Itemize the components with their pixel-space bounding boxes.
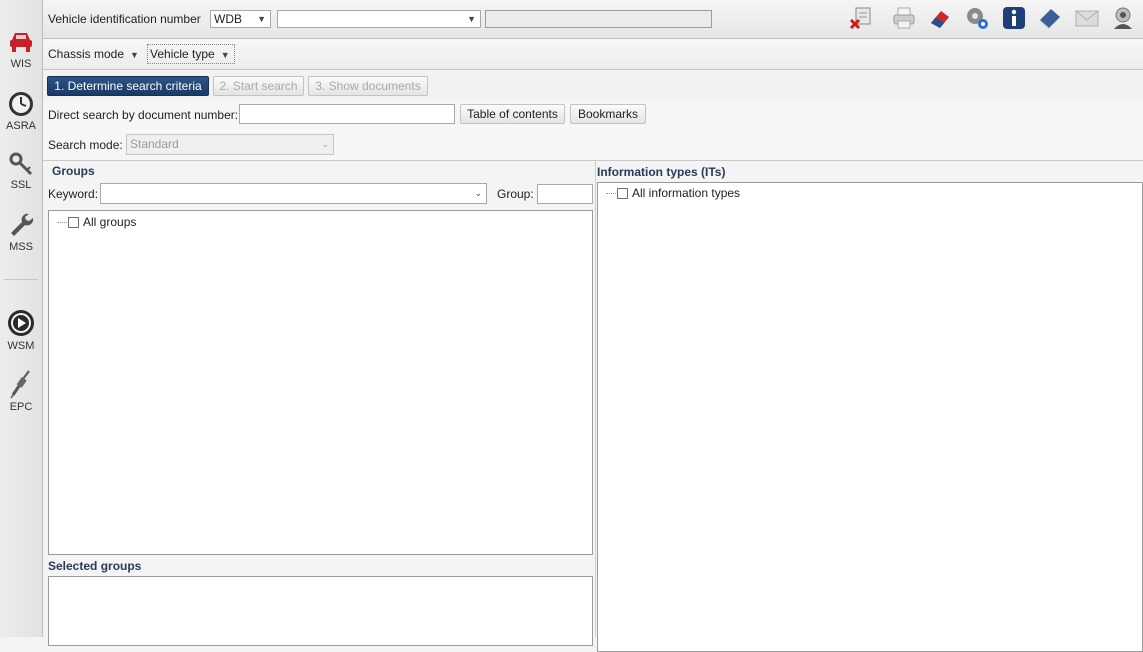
book-icon[interactable] <box>1037 5 1063 31</box>
all-groups-checkbox[interactable] <box>68 217 79 228</box>
all-information-types-checkbox[interactable] <box>617 188 628 199</box>
tree-item-all-groups[interactable]: All groups <box>57 215 136 229</box>
vehicle-model-select[interactable]: ▼ <box>277 10 481 28</box>
print-icon[interactable] <box>891 5 917 31</box>
mail-icon[interactable] <box>1074 5 1100 31</box>
sidebar-divider <box>4 279 38 280</box>
tree-item-all-information-types[interactable]: All information types <box>606 186 740 200</box>
tree-item-label: All information types <box>632 186 741 200</box>
car-icon <box>10 33 32 52</box>
user-help-icon[interactable] <box>1110 5 1136 31</box>
vehicle-type-dropdown[interactable]: Vehicle type ▼ <box>147 44 235 64</box>
group-input[interactable] <box>537 184 593 204</box>
chevron-down-icon: ⌄ <box>474 188 482 198</box>
sidebar-item-mss[interactable]: MSS <box>0 211 42 253</box>
sidebar-item-label: WIS <box>10 58 32 70</box>
clock-icon <box>9 92 33 116</box>
vin-prefix-value: WDB <box>214 12 242 26</box>
section-divider <box>595 160 596 637</box>
sidebar-item-label: EPC <box>9 401 33 413</box>
selected-groups-panel <box>48 576 593 646</box>
app-sidebar: WIS ASRA SSL MSS WSM EPC <box>0 0 43 637</box>
sidebar-item-label: ASRA <box>6 120 36 132</box>
keyword-input[interactable]: ⌄ <box>100 183 487 204</box>
search-mode-value: Standard <box>130 137 179 151</box>
spark-plug-icon <box>10 370 30 399</box>
main-content: Vehicle identification number WDB ▼ ▼ Ch… <box>43 0 1143 652</box>
tree-item-label: All groups <box>83 215 137 229</box>
keyword-label: Keyword: <box>48 187 99 201</box>
vehicle-type-label: Vehicle type <box>150 47 215 61</box>
table-of-contents-button[interactable]: Table of contents <box>460 104 565 124</box>
caret-down-icon: ▼ <box>130 50 139 60</box>
mode-row: Chassis mode ▼ Vehicle type ▼ <box>43 39 1143 70</box>
sidebar-item-wsm[interactable]: WSM <box>0 308 42 352</box>
sidebar-item-wis[interactable]: WIS <box>0 28 42 70</box>
chassis-mode-dropdown[interactable]: Chassis mode ▼ <box>48 44 139 64</box>
delete-vehicle-icon[interactable] <box>848 5 874 31</box>
search-mode-select[interactable]: Standard ⌄ <box>126 134 334 155</box>
sidebar-item-asra[interactable]: ASRA <box>0 90 42 132</box>
step-show-documents[interactable]: 3. Show documents <box>308 76 428 96</box>
bookmarks-button[interactable]: Bookmarks <box>570 104 646 124</box>
eraser-icon[interactable] <box>927 5 953 31</box>
steps-row: 1. Determine search criteria 2. Start se… <box>43 70 1143 102</box>
chevron-down-icon: ⌄ <box>321 139 329 149</box>
vin-prefix-select[interactable]: WDB ▼ <box>210 10 271 28</box>
info-types-title: Information types (ITs) <box>597 165 726 179</box>
sidebar-item-ssl[interactable]: SSL <box>0 151 42 191</box>
sidebar-item-label: SSL <box>10 179 32 191</box>
play-icon <box>8 310 34 336</box>
document-number-input[interactable] <box>239 104 455 124</box>
tree-connector <box>606 193 616 194</box>
chevron-down-icon: ▼ <box>467 14 476 24</box>
sidebar-item-label: MSS <box>9 241 33 253</box>
sidebar-item-label: WSM <box>7 340 35 352</box>
selected-groups-title: Selected groups <box>48 559 142 573</box>
direct-search-row: Direct search by document number: Table … <box>43 101 1143 131</box>
settings-gear-icon[interactable] <box>964 5 990 31</box>
search-mode-label: Search mode: <box>48 138 123 152</box>
sidebar-item-epc[interactable]: EPC <box>0 369 42 413</box>
wrench-icon <box>11 213 34 236</box>
vin-toolbar-row: Vehicle identification number WDB ▼ ▼ <box>43 0 1143 39</box>
group-label: Group: <box>497 187 534 201</box>
groups-title: Groups <box>52 164 95 178</box>
chassis-mode-label: Chassis mode <box>48 47 125 61</box>
chevron-down-icon: ▼ <box>257 14 266 24</box>
vin-label: Vehicle identification number <box>48 12 201 26</box>
tree-connector <box>57 222 67 223</box>
step-determine-criteria[interactable]: 1. Determine search criteria <box>47 76 209 96</box>
direct-search-label: Direct search by document number: <box>48 108 239 122</box>
step-start-search[interactable]: 2. Start search <box>213 76 304 96</box>
info-icon[interactable] <box>1001 5 1027 31</box>
caret-down-icon: ▼ <box>220 50 230 60</box>
info-types-tree-panel: All information types <box>597 182 1143 652</box>
search-mode-row: Search mode: Standard ⌄ <box>43 130 1143 161</box>
key-icon <box>9 152 33 176</box>
vin-input[interactable] <box>485 10 712 28</box>
groups-tree-panel: All groups <box>48 210 593 555</box>
